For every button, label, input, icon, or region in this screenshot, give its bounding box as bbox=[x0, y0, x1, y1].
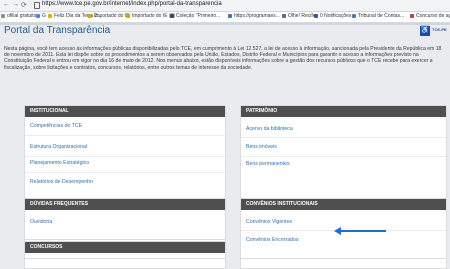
divider bbox=[25, 172, 225, 173]
bookmark-item[interactable]: 0 Notificações bbox=[314, 13, 351, 19]
link-estrutura-organizacional[interactable]: Estrutura Organizacional bbox=[30, 144, 87, 150]
bookmarks-bar: ofilial gratuito G Feliz Dia da Terra 2...… bbox=[0, 12, 450, 23]
reload-icon[interactable]: ⟳ bbox=[21, 1, 27, 9]
link-acervo-biblioteca[interactable]: Acervo da biblioteca bbox=[246, 126, 293, 132]
bookmark-label: G bbox=[42, 13, 46, 19]
bookmark-icon bbox=[170, 14, 174, 18]
bookmark-item[interactable]: https://programaes... bbox=[228, 13, 280, 19]
bookmark-icon bbox=[410, 14, 414, 18]
divider bbox=[25, 156, 225, 157]
link-bens-permanentes[interactable]: Bens permanentes bbox=[246, 161, 290, 167]
panel-header-institucional: INSTITUCIONAL bbox=[25, 106, 225, 117]
bookmark-icon bbox=[36, 14, 40, 18]
link-planejamento-estrategico[interactable]: Planejamento Estratégico bbox=[30, 160, 89, 166]
bookmark-label: Concurso de agrem... bbox=[416, 13, 450, 19]
bookmark-label: Importado do IE bbox=[94, 13, 130, 19]
panel-convenios: CONVÊNIOS INSTITUCIONAIS Convênios Vigen… bbox=[240, 198, 447, 259]
bookmark-label: https://programaes... bbox=[234, 13, 280, 19]
divider bbox=[241, 137, 446, 138]
bookmark-item[interactable]: Tribunal de Contas... bbox=[352, 13, 404, 19]
annotation-arrow-icon bbox=[334, 227, 341, 235]
bookmark-icon bbox=[282, 14, 286, 18]
bookmark-icon bbox=[352, 14, 356, 18]
bookmark-icon bbox=[314, 14, 318, 18]
bookmark-icon bbox=[48, 14, 52, 18]
tce-logo[interactable]: TCE-PE bbox=[432, 27, 447, 32]
bookmark-item[interactable]: Olhe! Recife bbox=[282, 13, 316, 19]
bookmark-label: Importado do IE (1) bbox=[132, 13, 176, 19]
divider bbox=[25, 135, 225, 136]
panel-header-concursos: CONCURSOS bbox=[25, 242, 225, 253]
page-title: Portal da Transparência bbox=[4, 25, 111, 36]
panel-header-convenios: CONVÊNIOS INSTITUCIONAIS bbox=[241, 199, 446, 210]
bookmark-icon bbox=[228, 14, 232, 18]
link-convenios-vigentes[interactable]: Convênios Vigentes bbox=[246, 219, 292, 225]
intro-paragraph: Nesta página, você tem acesso às informa… bbox=[4, 46, 442, 71]
bookmark-item[interactable]: Importado do IE bbox=[88, 13, 130, 19]
divider bbox=[241, 156, 446, 157]
bookmark-item[interactable]: Coleção "Primeiro... bbox=[170, 13, 220, 19]
bookmark-label: ofilial gratuito bbox=[7, 13, 37, 19]
panel-concursos: CONCURSOS bbox=[24, 241, 226, 259]
bookmark-label: Coleção "Primeiro... bbox=[176, 13, 221, 19]
panel-header-duvidas: DÚVIDAS FREQUENTES bbox=[25, 199, 225, 210]
bookmark-item[interactable]: Concurso de agrem... bbox=[410, 13, 450, 19]
bookmark-icon bbox=[1, 14, 5, 18]
link-ouvidoria[interactable]: Ouvidoria bbox=[30, 219, 52, 225]
url-text[interactable]: https://www.tce.pe.gov.br/internet/index… bbox=[42, 1, 222, 7]
back-icon[interactable]: ← bbox=[3, 1, 10, 8]
panel-header-patrimonio: PATRIMÔNIO bbox=[241, 106, 446, 117]
panel-duvidas-frequentes: DÚVIDAS FREQUENTES Ouvidoria bbox=[24, 198, 226, 240]
bookmark-item[interactable]: Importado do IE (1) bbox=[126, 13, 175, 19]
bookmark-item[interactable]: ofilial gratuito bbox=[1, 13, 36, 19]
bookmark-icon bbox=[88, 14, 92, 18]
bookmark-label: 0 Notificações bbox=[320, 13, 352, 19]
wheelchair-icon[interactable]: ♿ bbox=[420, 26, 430, 36]
bookmark-icon bbox=[126, 14, 130, 18]
link-bens-imoveis[interactable]: Bens imóveis bbox=[246, 144, 277, 150]
annotation-arrow-line bbox=[339, 230, 386, 232]
bookmark-label: Tribunal de Contas... bbox=[358, 13, 405, 19]
link-convenios-encerrados[interactable]: Convênios Encerrados bbox=[246, 237, 298, 243]
link-relatorios-desempenho[interactable]: Relatórios de Desempenho bbox=[30, 179, 93, 185]
forward-icon[interactable]: → bbox=[12, 1, 19, 8]
link-competencias[interactable]: Competências do TCE bbox=[30, 123, 82, 129]
bookmark-item[interactable]: G bbox=[36, 13, 46, 19]
browser-address-bar[interactable]: ← → ⟳ https://www.tce.pe.gov.br/internet… bbox=[0, 0, 450, 12]
lock-icon bbox=[34, 2, 40, 9]
bookmark-label: Olhe! Recife bbox=[288, 13, 316, 19]
